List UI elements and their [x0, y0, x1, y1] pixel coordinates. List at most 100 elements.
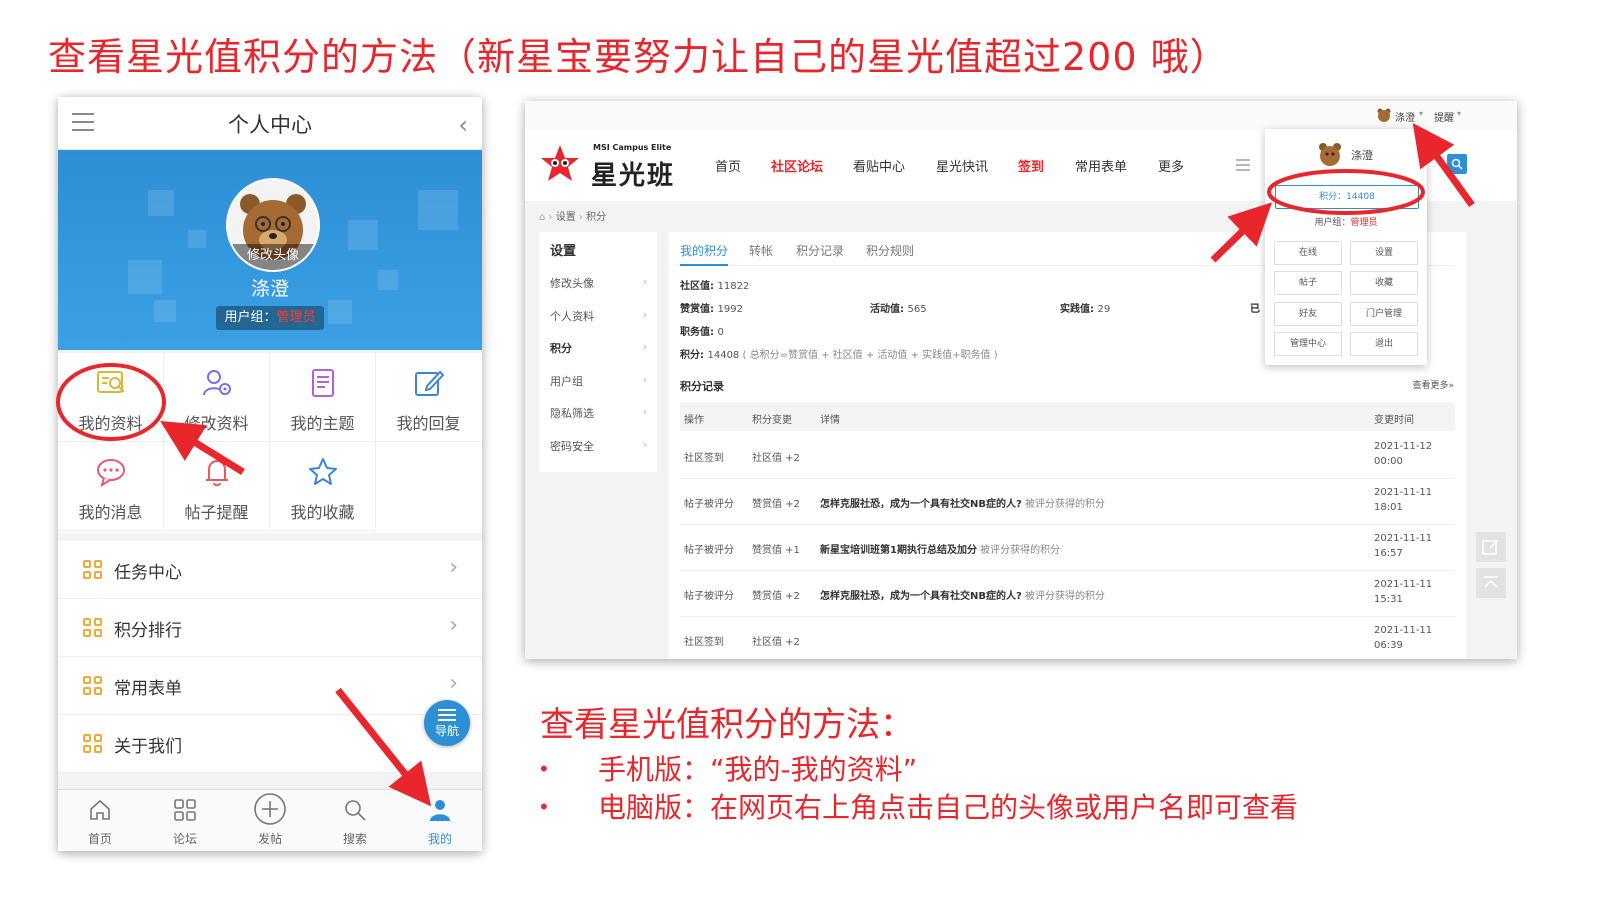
dropdown-portal-admin-button[interactable]: 门户管理	[1350, 302, 1418, 326]
nav-news[interactable]: 星光快讯	[936, 156, 988, 175]
search-button[interactable]	[1447, 154, 1467, 174]
nav-reading-center[interactable]: 看贴中心	[853, 156, 905, 175]
grid-item-post-reminders[interactable]: 帖子提醒	[164, 442, 270, 531]
dropdown-posts-button[interactable]: 帖子	[1274, 271, 1342, 295]
chevron-right-icon: ›	[449, 671, 458, 696]
tab-forum[interactable]: 论坛	[143, 790, 227, 851]
dropdown-favorites-button[interactable]: 收藏	[1350, 271, 1418, 295]
cell-date: 2021-11-11	[1374, 579, 1433, 590]
sidebar-item-avatar[interactable]: 修改头像	[550, 275, 594, 291]
grid-label: 我的收藏	[290, 503, 355, 522]
grid-item-my-profile[interactable]: 我的资料	[58, 353, 164, 442]
nav-forum[interactable]: 社区论坛	[771, 156, 823, 175]
top-remind[interactable]: 提醒	[1434, 109, 1454, 124]
grid-item-my-messages[interactable]: 我的消息	[58, 442, 164, 531]
tab-points-log[interactable]: 积分记录	[796, 242, 844, 259]
bear-avatar-small-icon[interactable]	[1377, 108, 1391, 122]
menu-item-label: 常用表单	[114, 679, 182, 699]
records-more-link[interactable]: 查看更多»	[1412, 378, 1454, 391]
cell-change: 赞赏值 +2	[752, 591, 800, 602]
edit-icon	[1482, 539, 1499, 555]
star-icon	[309, 458, 337, 485]
logo-title: 星光班	[591, 161, 676, 191]
grid-label: 我的主题	[290, 414, 355, 433]
stat-practice: 实践值: 29	[1060, 300, 1110, 315]
tab-label: 搜索	[342, 832, 367, 846]
tab-post[interactable]: 发帖	[228, 790, 312, 851]
nav-fab-button[interactable]: 导航	[424, 700, 470, 746]
dropdown-admin-center-button[interactable]: 管理中心	[1274, 332, 1342, 356]
sidebar-item-privacy[interactable]: 隐私筛选	[550, 405, 594, 421]
tab-search[interactable]: 搜索	[313, 790, 397, 851]
grid-small-icon	[83, 618, 103, 638]
breadcrumb-points[interactable]: 积分	[586, 212, 606, 223]
float-back-to-top-button[interactable]	[1476, 568, 1506, 598]
dropdown-username[interactable]: 涤澄	[1351, 147, 1373, 163]
bear-avatar-icon[interactable]	[1317, 141, 1343, 167]
sidebar-item-usergroup[interactable]: 用户组	[550, 373, 583, 389]
nav-home[interactable]: 首页	[715, 156, 741, 175]
menu-item-common-forms[interactable]: 常用表单 ›	[58, 657, 482, 715]
document-icon	[312, 369, 334, 397]
grid-item-edit-profile[interactable]: 修改资料	[164, 353, 270, 442]
tab-points-rules[interactable]: 积分规则	[866, 242, 914, 259]
dropdown-settings-button[interactable]: 设置	[1350, 241, 1418, 265]
tab-my-points[interactable]: 我的积分	[680, 242, 728, 259]
stat-praise: 赞赏值: 1992	[680, 300, 743, 315]
stat-value: 1992	[717, 304, 743, 315]
star-logo-icon[interactable]	[539, 143, 581, 185]
notes-title: 查看星光值积分的方法：	[540, 705, 914, 745]
menu-item-label: 关于我们	[114, 737, 182, 757]
grid-label: 我的资料	[78, 414, 143, 433]
nav-more[interactable]: 更多	[1158, 156, 1184, 175]
chevron-right-icon: ›	[642, 275, 647, 288]
stat-value: 14408	[707, 350, 740, 361]
sidebar-item-profile[interactable]: 个人资料	[550, 308, 594, 324]
breadcrumb-settings[interactable]: 设置	[556, 212, 576, 223]
grid-item-my-favorites[interactable]: 我的收藏	[270, 442, 376, 531]
cell-time: 00:00	[1374, 456, 1403, 467]
sidebar-item-points[interactable]: 积分	[550, 340, 572, 356]
avatar[interactable]: 修改头像	[226, 178, 320, 272]
stat-community: 社区值: 11822	[680, 277, 749, 292]
user-group-label: 用户组：	[224, 310, 277, 325]
grid-small-icon	[83, 734, 103, 754]
dropdown-friends-button[interactable]: 好友	[1274, 302, 1342, 326]
arrow-up-icon	[1484, 576, 1498, 588]
stat-duty: 职务值: 0	[680, 323, 724, 338]
grid-item-my-replies[interactable]: 我的回复	[376, 353, 481, 442]
sidebar-item-password[interactable]: 密码安全	[550, 438, 594, 454]
dropdown-online-button[interactable]: 在线	[1274, 241, 1342, 265]
top-username[interactable]: 涤澄	[1395, 109, 1415, 124]
grid-label: 我的消息	[78, 503, 143, 522]
dropdown-points[interactable]: 积分：14408	[1275, 185, 1419, 209]
home-icon[interactable]: ⌂	[539, 212, 545, 223]
detail-link[interactable]: 怎样克服社恐，成为一个具有社交NB症的人?	[820, 499, 1022, 510]
nav-checkin[interactable]: 签到	[1018, 156, 1044, 175]
tab-transfer[interactable]: 转帐	[749, 242, 773, 259]
detail-link[interactable]: 怎样克服社恐，成为一个具有社交NB症的人?	[820, 591, 1022, 602]
list-icon	[438, 709, 456, 721]
tab-active-indicator	[680, 264, 728, 266]
tab-mine[interactable]: 我的	[398, 790, 482, 851]
nav-fab-label: 导航	[434, 724, 459, 738]
avatar-caption[interactable]: 修改头像	[228, 244, 318, 270]
detail-link[interactable]: 新星宝培训班第1期执行总结及加分	[820, 545, 977, 556]
grid-small-icon	[83, 560, 103, 580]
feature-grid: 我的资料 修改资料 我的主题 我的回复 我的消息 帖子提醒 我的收藏	[58, 353, 482, 533]
list-icon[interactable]	[1236, 159, 1250, 171]
dropdown-logout-button[interactable]: 退出	[1350, 332, 1418, 356]
back-chevron-icon[interactable]: ‹	[458, 111, 468, 139]
menu-item-points-ranking[interactable]: 积分排行 ›	[58, 599, 482, 657]
group-value: 管理员	[1350, 218, 1378, 228]
tab-home[interactable]: 首页	[58, 790, 142, 851]
menu-item-task-center[interactable]: 任务中心 ›	[58, 541, 482, 599]
grid-small-icon	[83, 676, 103, 696]
nav-forms[interactable]: 常用表单	[1075, 156, 1127, 175]
grid-item-my-topics[interactable]: 我的主题	[270, 353, 376, 442]
cell-change: 赞赏值 +1	[752, 545, 800, 556]
cell-detail: 怎样克服社恐，成为一个具有社交NB症的人? 被评分获得的积分	[820, 495, 1105, 510]
column-header: 操作	[684, 415, 704, 426]
float-edit-button[interactable]	[1476, 532, 1506, 562]
menu-item-about-us[interactable]: 关于我们 ›	[58, 715, 482, 773]
